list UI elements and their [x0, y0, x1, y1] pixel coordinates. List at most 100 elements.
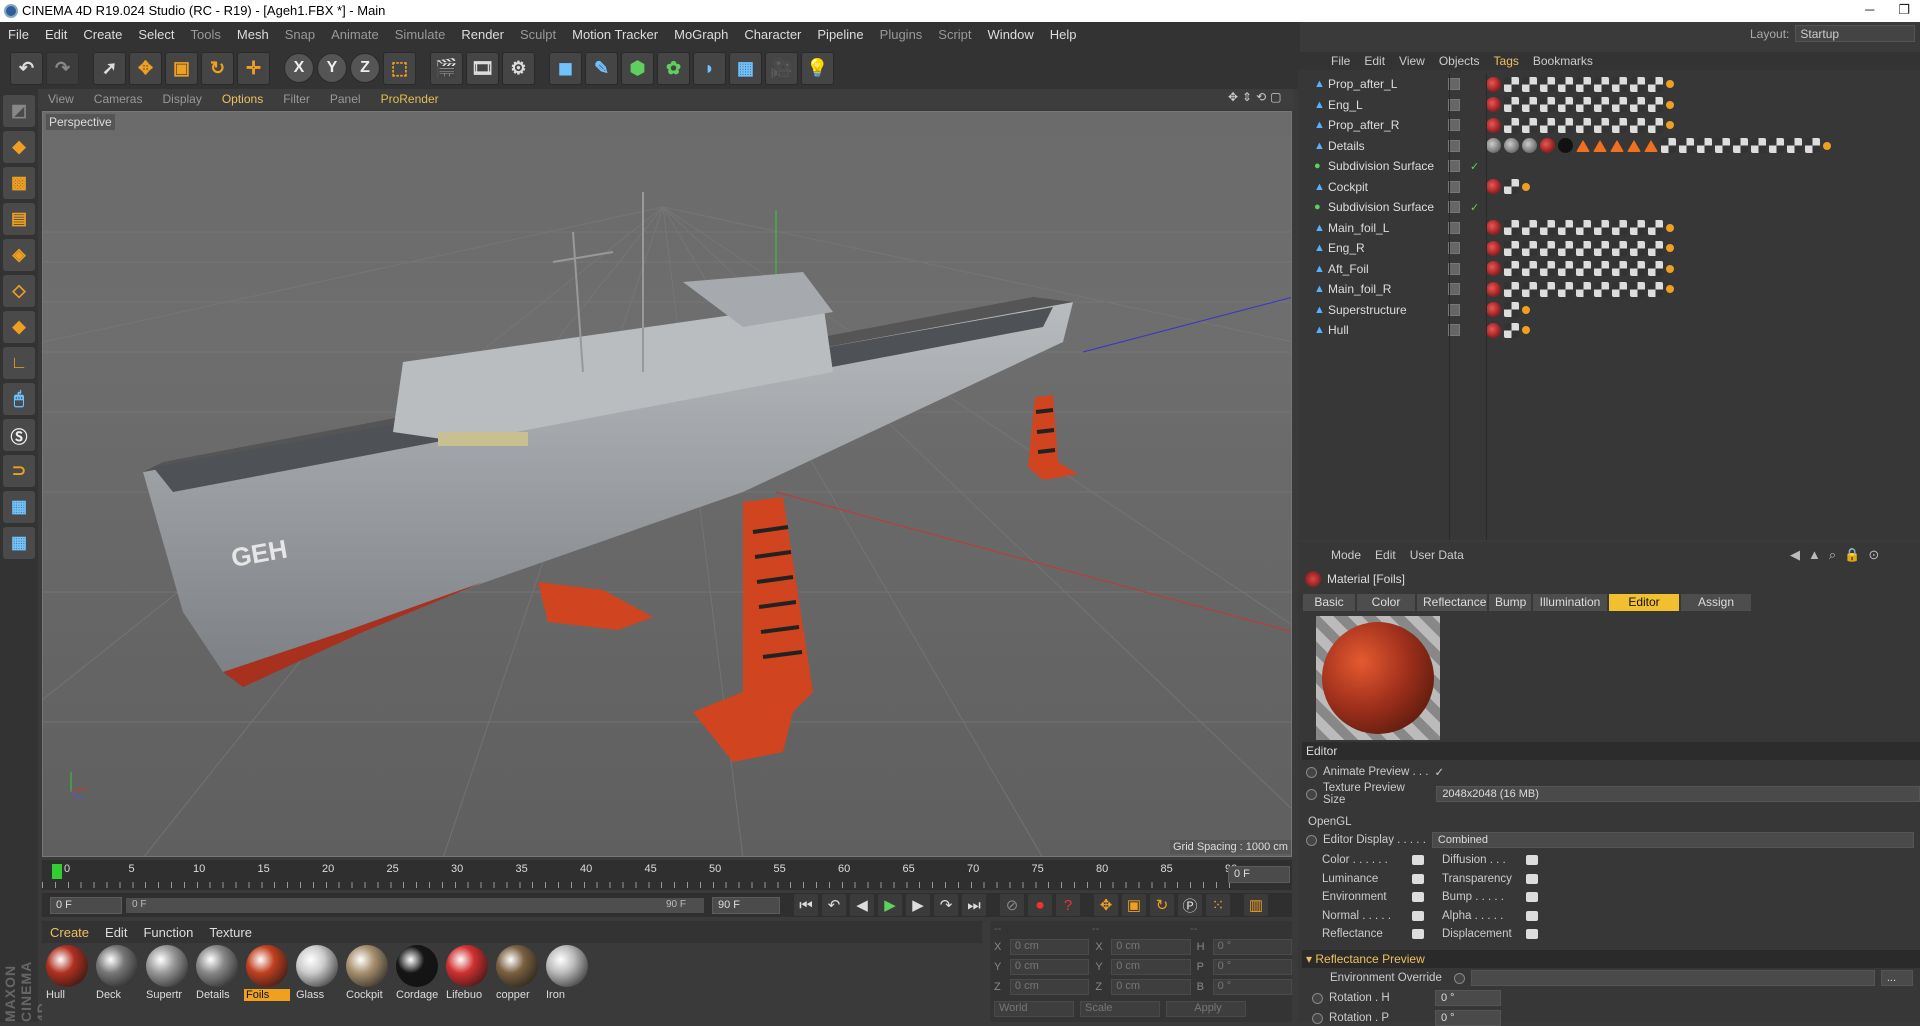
texture-tag-icon[interactable] [1522, 97, 1537, 113]
texture-tag-icon[interactable] [1787, 138, 1802, 154]
pen-spline-icon[interactable]: ✎ [585, 51, 618, 85]
make-editable-icon[interactable]: ◩ [3, 95, 35, 127]
object-row[interactable]: ▲ Hull [1298, 320, 1920, 341]
texture-tag-icon[interactable] [1504, 97, 1519, 113]
material-tag-icon[interactable] [1486, 76, 1501, 92]
collapse-arrow-icon[interactable]: ▾ [1306, 952, 1315, 966]
menu-script[interactable]: Script [930, 27, 979, 42]
render-view-icon[interactable]: 🎬 [430, 51, 463, 85]
viewport-menu-view[interactable]: View [38, 92, 84, 106]
texture-tag-icon[interactable] [1630, 76, 1645, 92]
texture-tag-icon[interactable] [1648, 220, 1663, 236]
material-preview[interactable] [1316, 616, 1440, 740]
phong-tag-icon[interactable] [1610, 139, 1624, 152]
material-menu-texture[interactable]: Texture [201, 925, 260, 940]
object-row[interactable]: ▲ Aft_Foil [1298, 259, 1920, 280]
material-tag-icon[interactable] [1486, 281, 1501, 297]
texture-tag-icon[interactable] [1558, 117, 1573, 133]
texture-preview-radio[interactable] [1306, 788, 1317, 800]
material-thumbnail[interactable]: Cordage [394, 945, 440, 1022]
material-menu-create[interactable]: Create [42, 925, 97, 940]
texture-tag-icon[interactable] [1751, 138, 1766, 154]
uvw-tag-icon[interactable] [1666, 244, 1674, 253]
env-override-browse-button[interactable]: ... [1880, 970, 1913, 986]
texture-tag-icon[interactable] [1522, 220, 1537, 236]
tab-bump[interactable]: Bump [1489, 594, 1531, 611]
channel-visibility-icon[interactable] [1412, 910, 1424, 921]
channel-visibility-icon[interactable] [1526, 855, 1538, 866]
uvw-tag-icon[interactable] [1666, 121, 1674, 130]
texture-preview-size-dropdown[interactable]: 2048x2048 (16 MB) [1436, 786, 1920, 802]
material-thumbnail[interactable]: Iron [544, 945, 590, 1022]
uvw-tag-icon[interactable] [1823, 141, 1831, 150]
viewport-menu-panel[interactable]: Panel [320, 92, 371, 106]
keyframe-selection-icon[interactable]: ? [1056, 894, 1080, 916]
material-tag-icon[interactable] [1486, 240, 1501, 256]
texture-tag-icon[interactable] [1612, 261, 1627, 277]
texture-tag-icon[interactable] [1648, 76, 1663, 92]
material-tag-icon[interactable] [1522, 138, 1537, 154]
texture-tag-icon[interactable] [1522, 261, 1537, 277]
texture-tag-icon[interactable] [1648, 261, 1663, 277]
texture-tag-icon[interactable] [1576, 281, 1591, 297]
coord-field[interactable]: 0 ° [1212, 979, 1292, 995]
material-menu-function[interactable]: Function [135, 925, 201, 940]
editor-display-radio[interactable] [1306, 834, 1317, 846]
material-thumbnail[interactable]: Details [194, 945, 240, 1022]
texture-tag-icon[interactable] [1769, 138, 1784, 154]
points-mode-icon[interactable]: ◈ [3, 239, 35, 271]
snapping-icon[interactable]: Ⓢ [3, 419, 35, 451]
attribute-menu-mode[interactable]: Mode [1324, 548, 1368, 562]
viewport-nav-icons[interactable]: ✥⇕⟲▢ [1228, 90, 1286, 104]
render-to-picture-viewer-icon[interactable]: 🎞 [466, 51, 499, 85]
timeline-window-icon[interactable]: ▥ [1244, 894, 1268, 916]
move-tool-icon[interactable]: ✥ [129, 51, 162, 85]
material-tag-icon[interactable] [1486, 179, 1501, 195]
uvw-tag-icon[interactable] [1666, 264, 1674, 273]
coord-field[interactable]: 0 cm [1009, 979, 1090, 995]
viewport-menu-filter[interactable]: Filter [273, 92, 320, 106]
texture-tag-icon[interactable] [1522, 281, 1537, 297]
go-to-end-icon[interactable]: ⏭ [962, 894, 986, 916]
menu-simulate[interactable]: Simulate [387, 27, 454, 42]
channel-visibility-icon[interactable] [1526, 929, 1538, 940]
texture-tag-icon[interactable] [1540, 240, 1555, 256]
menu-render[interactable]: Render [453, 27, 512, 42]
texture-tag-icon[interactable] [1612, 97, 1627, 113]
deformer-icon[interactable]: ◗ [693, 51, 726, 85]
search-icon[interactable]: ⌕ [1829, 547, 1836, 563]
uvw-tag-icon[interactable] [1522, 305, 1530, 314]
material-tag-icon[interactable] [1486, 97, 1501, 113]
texture-tag-icon[interactable] [1558, 281, 1573, 297]
menu-snap[interactable]: Snap [277, 27, 323, 42]
viewport-menu-cameras[interactable]: Cameras [84, 92, 153, 106]
menu-file[interactable]: File [0, 27, 37, 42]
uvw-tag-icon[interactable] [1666, 223, 1674, 232]
object-row[interactable]: ● Subdivision Surface ✓ [1298, 156, 1920, 177]
material-thumbnail[interactable]: copper [494, 945, 540, 1022]
key-position-icon[interactable]: ✥ [1094, 894, 1118, 916]
axis-mode-icon[interactable]: ∟ [3, 347, 35, 379]
coord-scale-dropdown[interactable]: Scale [1080, 1001, 1160, 1017]
workplane-lock-icon[interactable]: ▦ [3, 491, 35, 523]
edges-mode-icon[interactable]: ◇ [3, 275, 35, 307]
texture-tag-icon[interactable] [1504, 220, 1519, 236]
menu-tools[interactable]: Tools [183, 27, 229, 42]
cube-primitive-icon[interactable]: ◼ [549, 51, 582, 85]
texture-tag-icon[interactable] [1594, 117, 1609, 133]
material-tag-icon[interactable] [1486, 322, 1501, 338]
grid-icon[interactable]: ▦ [3, 527, 35, 559]
menu-plugins[interactable]: Plugins [872, 27, 931, 42]
coord-field[interactable]: 0 cm [1111, 939, 1191, 955]
texture-tag-icon[interactable] [1648, 281, 1663, 297]
tab-assign[interactable]: Assign [1681, 594, 1751, 611]
tweak-mode-icon[interactable]: 🖱 [3, 383, 35, 415]
texture-tag-icon[interactable] [1558, 76, 1573, 92]
object-row[interactable]: ▲ Main_foil_L [1298, 218, 1920, 239]
texture-tag-icon[interactable] [1715, 138, 1730, 154]
texture-tag-icon[interactable] [1558, 240, 1573, 256]
menu-mesh[interactable]: Mesh [229, 27, 277, 42]
texture-tag-icon[interactable] [1504, 76, 1519, 92]
env-override-link-icon[interactable] [1453, 972, 1465, 984]
key-parameter-icon[interactable]: Ⓟ [1178, 894, 1202, 916]
